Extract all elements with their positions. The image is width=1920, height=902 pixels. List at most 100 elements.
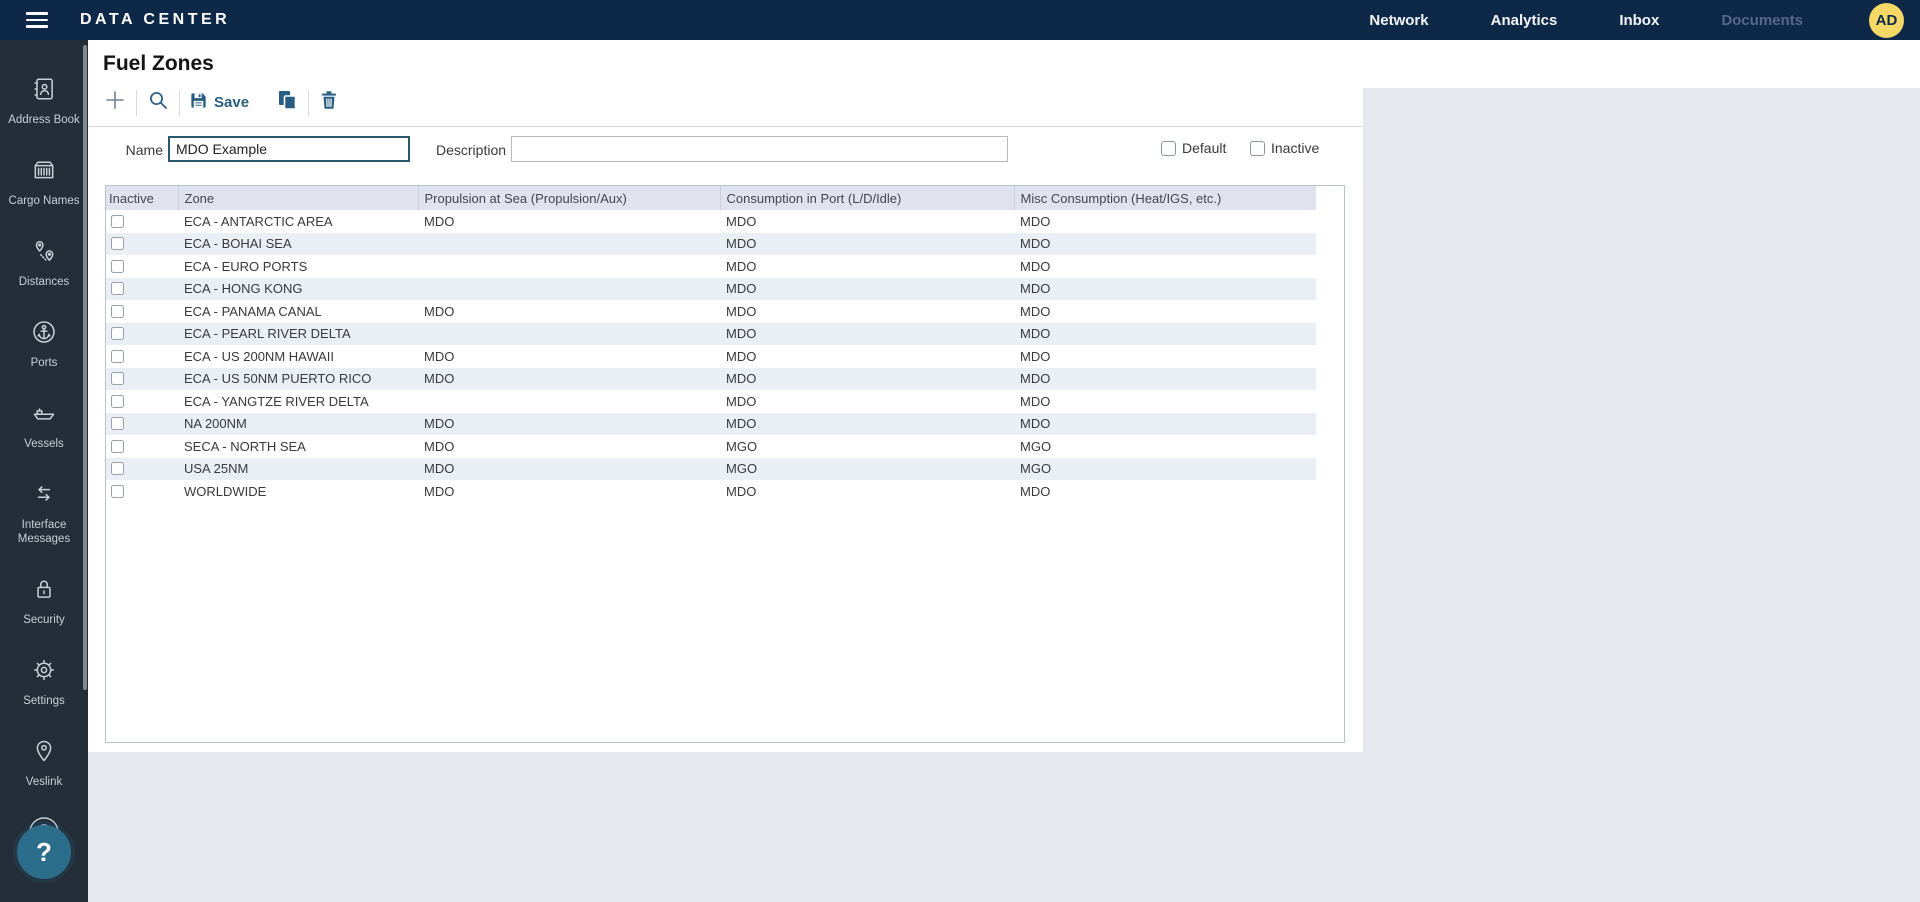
nav-item-inbox[interactable]: Inbox: [1619, 12, 1659, 29]
swap-arrows-icon: [31, 481, 57, 512]
save-button[interactable]: Save: [189, 91, 249, 115]
zone-cell: ECA - PANAMA CANAL: [178, 300, 418, 323]
misc-cell: MDO: [1014, 368, 1316, 391]
table-row[interactable]: ECA - BOHAI SEA MDO MDO: [106, 233, 1316, 256]
anchor-icon: [31, 319, 57, 350]
propulsion-cell: [418, 233, 720, 256]
inactive-checkbox-group: Inactive: [1250, 140, 1319, 156]
sidebar-item-ports[interactable]: Ports: [7, 319, 81, 370]
row-inactive-checkbox[interactable]: [111, 305, 124, 318]
row-inactive-checkbox[interactable]: [111, 237, 124, 250]
row-inactive-checkbox[interactable]: [111, 372, 124, 385]
sidebar-item-cargo-names[interactable]: Cargo Names: [7, 157, 81, 208]
route-pins-icon: [31, 238, 57, 269]
trash-icon: [318, 89, 340, 116]
sidebar-item-vessels[interactable]: Vessels: [7, 400, 81, 451]
sidebar-item-label: Address Book: [7, 113, 81, 127]
hamburger-menu-icon[interactable]: [26, 12, 48, 28]
search-button[interactable]: [146, 88, 170, 117]
sidebar-item-distances[interactable]: Distances: [7, 238, 81, 289]
plus-icon: [103, 88, 127, 117]
misc-cell: MDO: [1014, 390, 1316, 413]
sidebar-item-veslink[interactable]: Veslink: [7, 738, 81, 789]
fuel-zones-table-container: Inactive Zone Propulsion at Sea (Propuls…: [105, 185, 1345, 743]
row-inactive-checkbox[interactable]: [111, 440, 124, 453]
consumption-cell: MDO: [720, 323, 1014, 346]
misc-cell: MDO: [1014, 278, 1316, 301]
user-avatar[interactable]: AD: [1869, 3, 1904, 38]
zone-cell: ECA - HONG KONG: [178, 278, 418, 301]
inactive-checkbox[interactable]: [1250, 141, 1265, 156]
row-inactive-checkbox[interactable]: [111, 395, 124, 408]
table-row[interactable]: WORLDWIDE MDO MDO MDO: [106, 480, 1316, 503]
row-inactive-checkbox[interactable]: [111, 462, 124, 475]
table-row[interactable]: ECA - US 200NM HAWAII MDO MDO MDO: [106, 345, 1316, 368]
table-row[interactable]: ECA - YANGTZE RIVER DELTA MDO MDO: [106, 390, 1316, 413]
zone-cell: ECA - US 200NM HAWAII: [178, 345, 418, 368]
column-header-zone[interactable]: Zone: [178, 186, 418, 210]
consumption-cell: MDO: [720, 210, 1014, 233]
consumption-cell: MDO: [720, 413, 1014, 436]
table-row[interactable]: ECA - PANAMA CANAL MDO MDO MDO: [106, 300, 1316, 323]
left-sidebar: Address Book Cargo Names Distances Ports…: [0, 40, 88, 902]
consumption-cell: MDO: [720, 345, 1014, 368]
header-form: Name Description Default Inactive: [88, 127, 1363, 185]
propulsion-cell: MDO: [418, 345, 720, 368]
misc-cell: MDO: [1014, 210, 1316, 233]
propulsion-cell: MDO: [418, 458, 720, 481]
table-row[interactable]: ECA - HONG KONG MDO MDO: [106, 278, 1316, 301]
row-inactive-checkbox[interactable]: [111, 485, 124, 498]
nav-item-network[interactable]: Network: [1369, 12, 1428, 29]
table-row[interactable]: ECA - US 50NM PUERTO RICO MDO MDO MDO: [106, 368, 1316, 391]
zone-cell: USA 25NM: [178, 458, 418, 481]
sidebar-item-interface-messages[interactable]: Interface Messages: [7, 481, 81, 546]
table-row[interactable]: NA 200NM MDO MDO MDO: [106, 413, 1316, 436]
column-header-consumption-in-port[interactable]: Consumption in Port (L/D/Idle): [720, 186, 1014, 210]
name-input[interactable]: [168, 136, 410, 162]
sidebar-item-label: Settings: [7, 694, 81, 708]
zone-cell: ECA - ANTARCTIC AREA: [178, 210, 418, 233]
zone-cell: ECA - EURO PORTS: [178, 255, 418, 278]
sidebar-item-settings[interactable]: Settings: [7, 657, 81, 708]
row-inactive-checkbox[interactable]: [111, 282, 124, 295]
column-header-misc-consumption[interactable]: Misc Consumption (Heat/IGS, etc.): [1014, 186, 1316, 210]
row-inactive-checkbox[interactable]: [111, 417, 124, 430]
misc-cell: MGO: [1014, 458, 1316, 481]
help-button[interactable]: ?: [17, 825, 71, 879]
nav-item-documents[interactable]: Documents: [1721, 12, 1803, 29]
save-icon: [189, 91, 208, 115]
search-icon: [146, 88, 170, 117]
row-inactive-checkbox[interactable]: [111, 350, 124, 363]
cargo-container-icon: [31, 157, 57, 188]
delete-button[interactable]: [318, 89, 340, 116]
row-inactive-checkbox[interactable]: [111, 327, 124, 340]
app-title: DATA CENTER: [80, 11, 230, 29]
sidebar-item-label: Interface Messages: [7, 518, 81, 546]
misc-cell: MDO: [1014, 300, 1316, 323]
table-row[interactable]: ECA - PEARL RIVER DELTA MDO MDO: [106, 323, 1316, 346]
column-header-propulsion-at-sea[interactable]: Propulsion at Sea (Propulsion/Aux): [418, 186, 720, 210]
copy-icon: [275, 88, 299, 117]
sidebar-item-address-book[interactable]: Address Book: [7, 76, 81, 127]
table-row[interactable]: USA 25NM MDO MGO MGO: [106, 458, 1316, 481]
sidebar-item-security[interactable]: Security: [7, 576, 81, 627]
description-input[interactable]: [511, 136, 1008, 162]
default-checkbox[interactable]: [1161, 141, 1176, 156]
nav-item-analytics[interactable]: Analytics: [1491, 12, 1558, 29]
row-inactive-checkbox[interactable]: [111, 260, 124, 273]
table-row[interactable]: ECA - ANTARCTIC AREA MDO MDO MDO: [106, 210, 1316, 233]
copy-button[interactable]: [275, 88, 299, 117]
table-row[interactable]: SECA - NORTH SEA MDO MGO MGO: [106, 435, 1316, 458]
misc-cell: MDO: [1014, 323, 1316, 346]
row-inactive-checkbox[interactable]: [111, 215, 124, 228]
propulsion-cell: [418, 323, 720, 346]
table-row[interactable]: ECA - EURO PORTS MDO MDO: [106, 255, 1316, 278]
sidebar-scrollbar[interactable]: [83, 45, 87, 690]
propulsion-cell: MDO: [418, 300, 720, 323]
propulsion-cell: MDO: [418, 210, 720, 233]
add-button[interactable]: [103, 88, 127, 117]
zone-cell: NA 200NM: [178, 413, 418, 436]
fuel-zones-table: Inactive Zone Propulsion at Sea (Propuls…: [106, 186, 1316, 503]
column-header-inactive[interactable]: Inactive: [106, 186, 178, 210]
propulsion-cell: MDO: [418, 480, 720, 503]
